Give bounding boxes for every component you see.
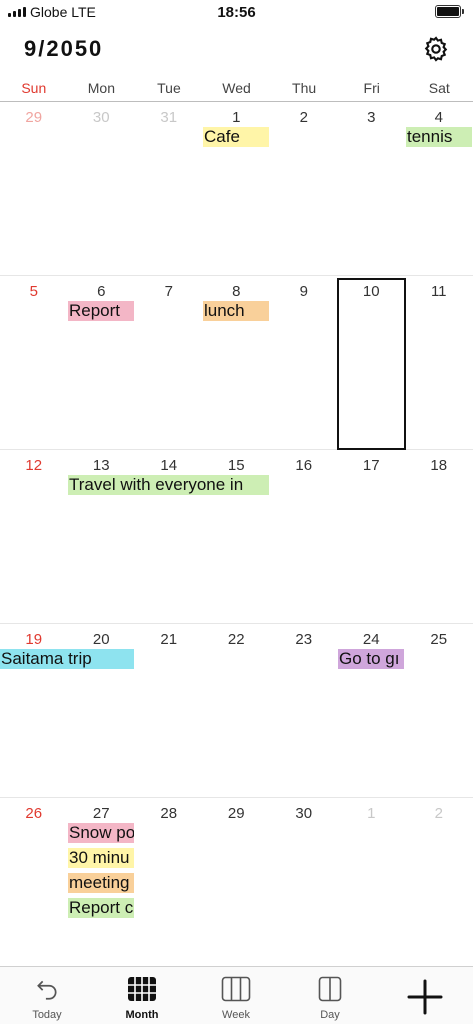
today-highlight bbox=[337, 278, 406, 450]
event-chip[interactable]: Go to gı bbox=[338, 649, 404, 669]
day-cell[interactable]: 22 bbox=[203, 631, 271, 648]
plus-icon bbox=[407, 979, 443, 1015]
weekday-mon: Mon bbox=[87, 80, 115, 96]
event-chip[interactable]: Report bbox=[68, 301, 134, 321]
page-title: 9/2050 bbox=[24, 36, 104, 61]
day-cell[interactable]: 7 bbox=[135, 283, 203, 300]
day-cell[interactable]: 3 bbox=[338, 109, 406, 126]
day-cell[interactable]: 29 bbox=[0, 109, 68, 126]
tab-day-label: Day bbox=[320, 1009, 340, 1021]
weekday-sun: Sun bbox=[21, 80, 47, 96]
weekday-header: Sun Mon Tue Wed Thu Fri Sat bbox=[0, 76, 473, 102]
tab-today[interactable]: Today bbox=[7, 975, 87, 1021]
day-cell[interactable]: 6 bbox=[68, 283, 136, 300]
weekday-sat: Sat bbox=[428, 80, 450, 96]
week-row[interactable]: 29 30 31 1 2 3 4 Cafe tennis bbox=[0, 103, 473, 276]
add-event-button[interactable] bbox=[398, 977, 452, 1017]
day-cell[interactable]: 1 bbox=[203, 109, 271, 126]
day-cell[interactable]: 11 bbox=[405, 283, 473, 300]
event-chip[interactable]: Snow po bbox=[68, 823, 134, 843]
status-bar: Globe LTE 18:56 bbox=[0, 0, 473, 24]
bottom-tab-bar: Today Month Week Day bbox=[0, 966, 473, 1024]
event-chip[interactable]: Report c bbox=[68, 898, 134, 918]
tab-month[interactable]: Month bbox=[102, 975, 182, 1021]
weekday-tue: Tue bbox=[157, 80, 181, 96]
week-row[interactable]: 19 20 21 22 23 24 25 Saitama trip Go to … bbox=[0, 625, 473, 798]
day-columns-icon bbox=[318, 976, 342, 1002]
tab-month-label: Month bbox=[125, 1009, 159, 1021]
tab-day[interactable]: Day bbox=[290, 975, 370, 1021]
day-cell[interactable]: 15 bbox=[203, 457, 271, 474]
day-cell[interactable]: 19 bbox=[0, 631, 68, 648]
day-cell[interactable]: 4 bbox=[405, 109, 473, 126]
weekday-fri: Fri bbox=[363, 80, 380, 96]
event-chip[interactable]: 30 minu bbox=[68, 848, 134, 868]
weekday-thu: Thu bbox=[292, 80, 317, 96]
day-cell[interactable]: 21 bbox=[135, 631, 203, 648]
day-cell[interactable]: 28 bbox=[135, 805, 203, 822]
event-chip[interactable]: meeting bbox=[68, 873, 134, 893]
day-cell[interactable]: 17 bbox=[338, 457, 406, 474]
week-row[interactable]: 26 27 28 29 30 1 2 Snow po 30 minu meeti… bbox=[0, 799, 473, 919]
week-row[interactable]: 12 13 14 15 16 17 18 Travel with everyon… bbox=[0, 451, 473, 624]
day-cell[interactable]: 1 bbox=[338, 805, 406, 822]
day-cell[interactable]: 2 bbox=[270, 109, 338, 126]
week-row[interactable]: 5 6 7 8 9 10 11 Report lunch bbox=[0, 277, 473, 450]
weekday-wed: Wed bbox=[222, 80, 251, 96]
tab-week[interactable]: Week bbox=[196, 975, 276, 1021]
day-cell[interactable]: 30 bbox=[68, 109, 136, 126]
tab-week-label: Week bbox=[222, 1009, 250, 1021]
day-cell[interactable]: 20 bbox=[68, 631, 136, 648]
event-chip[interactable]: Cafe bbox=[203, 127, 269, 147]
event-chip[interactable]: Saitama trip bbox=[0, 649, 134, 669]
day-cell[interactable]: 27 bbox=[68, 805, 136, 822]
battery-icon bbox=[435, 5, 464, 18]
day-cell[interactable]: 13 bbox=[68, 457, 136, 474]
week-columns-icon bbox=[221, 976, 251, 1002]
status-time: 18:56 bbox=[217, 4, 256, 21]
gear-icon bbox=[424, 36, 448, 62]
day-cell[interactable]: 2 bbox=[405, 805, 473, 822]
event-chip[interactable]: Travel with everyone in bbox=[68, 475, 269, 495]
event-chip[interactable]: lunch bbox=[203, 301, 269, 321]
day-cell[interactable]: 9 bbox=[270, 283, 338, 300]
day-cell[interactable]: 24 bbox=[338, 631, 406, 648]
day-cell[interactable]: 5 bbox=[0, 283, 68, 300]
day-cell[interactable]: 26 bbox=[0, 805, 68, 822]
day-cell[interactable]: 16 bbox=[270, 457, 338, 474]
day-cell[interactable]: 29 bbox=[203, 805, 271, 822]
tab-today-label: Today bbox=[32, 1009, 62, 1021]
undo-icon bbox=[37, 980, 57, 1000]
day-cell[interactable]: 23 bbox=[270, 631, 338, 648]
day-cell[interactable]: 12 bbox=[0, 457, 68, 474]
event-chip[interactable]: tennis bbox=[406, 127, 472, 147]
day-cell[interactable]: 30 bbox=[270, 805, 338, 822]
day-cell[interactable]: 14 bbox=[135, 457, 203, 474]
day-cell[interactable]: 8 bbox=[203, 283, 271, 300]
day-cell[interactable]: 31 bbox=[135, 109, 203, 126]
day-cell[interactable]: 18 bbox=[405, 457, 473, 474]
day-cell[interactable]: 25 bbox=[405, 631, 473, 648]
settings-button[interactable] bbox=[420, 33, 452, 65]
month-grid-icon bbox=[128, 977, 156, 1001]
